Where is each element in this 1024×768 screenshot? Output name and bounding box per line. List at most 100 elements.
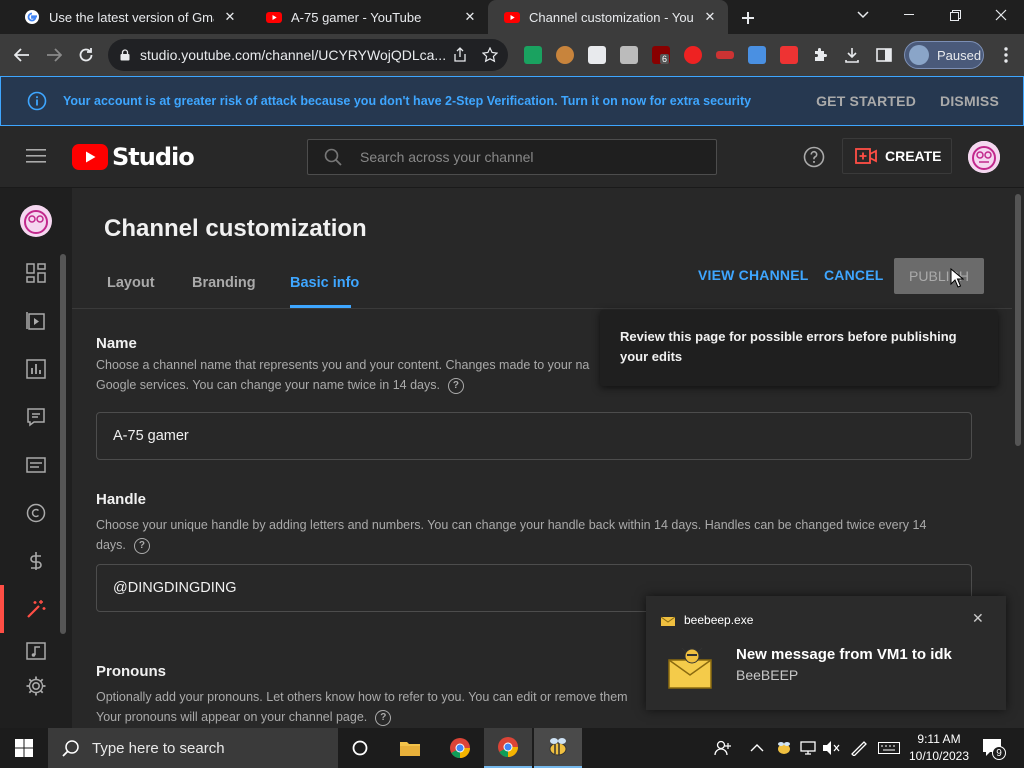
studio-sidebar	[0, 188, 72, 728]
reload-icon	[79, 48, 93, 62]
extension-red-icon[interactable]	[684, 46, 702, 64]
pronouns-section-title: Pronouns	[96, 663, 166, 680]
info-icon	[27, 91, 47, 111]
handle-desc-line2-wrap: days.?	[96, 535, 966, 555]
channel-name-input[interactable]: A-75 gamer	[96, 412, 972, 460]
minimize-button[interactable]	[886, 0, 932, 30]
browser-tab-gmail[interactable]: Use the latest version of Gmail in ✕	[8, 0, 248, 34]
tab-branding[interactable]: Branding	[192, 275, 256, 291]
extension-youtube-icon[interactable]	[780, 46, 798, 64]
forward-button[interactable]	[42, 43, 66, 67]
keyboard-icon[interactable]	[878, 742, 900, 754]
bookmark-star-icon[interactable]	[482, 47, 498, 63]
notification-source: BeeBEEP	[736, 667, 799, 683]
active-indicator	[0, 585, 4, 633]
sidebar-channel-avatar[interactable]	[0, 197, 72, 245]
avatar-image	[968, 141, 1000, 173]
extension-printer-icon[interactable]	[620, 46, 638, 64]
clock-date: 10/10/2023	[908, 749, 970, 763]
close-tab-icon[interactable]: ✕	[222, 9, 238, 25]
action-center-button[interactable]: 9	[982, 738, 1006, 760]
cancel-button[interactable]: CANCEL	[824, 267, 884, 283]
handle-desc-line2: days.	[96, 538, 126, 552]
dismiss-button[interactable]: DISMISS	[940, 93, 999, 109]
help-icon[interactable]: ?	[447, 377, 464, 394]
downloads-button[interactable]	[840, 43, 864, 67]
tab-search-button[interactable]	[840, 0, 886, 30]
start-button[interactable]	[0, 728, 48, 768]
profile-button[interactable]: Paused	[904, 41, 984, 69]
address-bar[interactable]: studio.youtube.com/channel/UCYRYWojQDLca…	[108, 39, 508, 71]
arrow-right-icon	[47, 48, 62, 62]
tab-basic-info[interactable]: Basic info	[290, 275, 359, 291]
youtube-icon	[504, 12, 520, 23]
taskbar-clock[interactable]: 9:11 AM 10/10/2023	[908, 731, 970, 765]
tab-title: Channel customization - YouTube	[529, 9, 694, 25]
share-icon[interactable]	[452, 47, 468, 63]
browser-tab-studio[interactable]: Channel customization - YouTube ✕	[488, 0, 728, 34]
tab-layout[interactable]: Layout	[107, 275, 155, 291]
mouse-cursor-icon	[950, 268, 964, 288]
network-icon[interactable]	[800, 740, 816, 756]
dollar-icon	[30, 552, 42, 570]
close-window-button[interactable]	[978, 0, 1024, 30]
new-tab-button[interactable]	[734, 3, 762, 33]
gear-icon	[26, 676, 46, 696]
help-icon[interactable]: ?	[375, 709, 392, 726]
tray-bee-icon[interactable]	[776, 740, 792, 756]
publish-button[interactable]: PUBLISH	[894, 258, 984, 294]
close-tab-icon[interactable]: ✕	[702, 9, 718, 25]
account-avatar[interactable]	[968, 141, 1000, 173]
cookie-extension-icon[interactable]	[556, 46, 574, 64]
scrollbar-thumb[interactable]	[1015, 194, 1021, 446]
taskbar-search-box[interactable]: Type here to search	[48, 728, 338, 768]
search-icon	[324, 148, 342, 166]
profile-avatar	[909, 45, 929, 65]
volume-muted-icon[interactable]	[822, 740, 840, 756]
studio-logo[interactable]: Studio	[72, 143, 195, 171]
handle-section-description: Choose your unique handle by adding lett…	[96, 515, 966, 555]
name-desc-line2: Google services. You can change your nam…	[96, 378, 440, 392]
taskbar-chrome[interactable]	[436, 728, 484, 768]
copyright-icon	[26, 503, 46, 523]
extension-ublock-origin-icon[interactable]	[716, 51, 734, 59]
taskbar-chrome-active[interactable]	[484, 728, 532, 768]
taskbar-beebeep[interactable]	[534, 728, 582, 768]
subtitles-icon	[26, 457, 46, 473]
taskbar-file-explorer[interactable]	[386, 728, 434, 768]
side-panel-button[interactable]	[872, 43, 896, 67]
notification-toast[interactable]: beebeep.exe ✕ New message from VM1 to id…	[646, 596, 1006, 710]
close-notification-icon[interactable]: ✕	[972, 610, 984, 627]
main-scrollbar[interactable]	[1012, 188, 1024, 728]
sidebar-scrollbar[interactable]	[60, 254, 66, 634]
sidebar-item-settings[interactable]	[0, 668, 72, 704]
extension-s-icon[interactable]	[524, 46, 542, 64]
get-started-button[interactable]: GET STARTED	[816, 93, 916, 109]
youtube-logo-icon	[72, 144, 108, 170]
extension-mask-icon[interactable]	[588, 46, 606, 64]
channel-search-input[interactable]: Search across your channel	[307, 139, 717, 175]
close-tab-icon[interactable]: ✕	[462, 9, 478, 25]
extensions-menu-button[interactable]	[808, 43, 832, 67]
restore-icon	[949, 9, 961, 21]
create-button[interactable]: CREATE	[842, 138, 952, 174]
extension-puzzle-blue-icon[interactable]	[748, 46, 766, 64]
sidebar-item-audio-library[interactable]	[0, 633, 72, 669]
chevron-up-icon[interactable]	[750, 744, 764, 752]
reload-button[interactable]	[74, 43, 98, 67]
search-placeholder: Search across your channel	[360, 149, 534, 165]
name-section-title: Name	[96, 335, 137, 352]
ublock-extension-icon[interactable]: 6	[652, 46, 670, 64]
help-icon[interactable]: ?	[133, 537, 150, 554]
task-view-button[interactable]	[336, 728, 384, 768]
view-channel-button[interactable]: VIEW CHANNEL	[698, 267, 809, 283]
browser-menu-button[interactable]	[994, 43, 1018, 67]
hamburger-menu-button[interactable]	[26, 148, 46, 164]
browser-tab-youtube[interactable]: A-75 gamer - YouTube ✕	[250, 0, 488, 34]
help-button[interactable]	[803, 146, 825, 168]
people-icon[interactable]	[714, 740, 732, 756]
pen-icon[interactable]	[850, 740, 868, 756]
studio-wordmark: Studio	[112, 143, 195, 171]
back-button[interactable]	[10, 43, 34, 67]
restore-button[interactable]	[932, 0, 978, 30]
